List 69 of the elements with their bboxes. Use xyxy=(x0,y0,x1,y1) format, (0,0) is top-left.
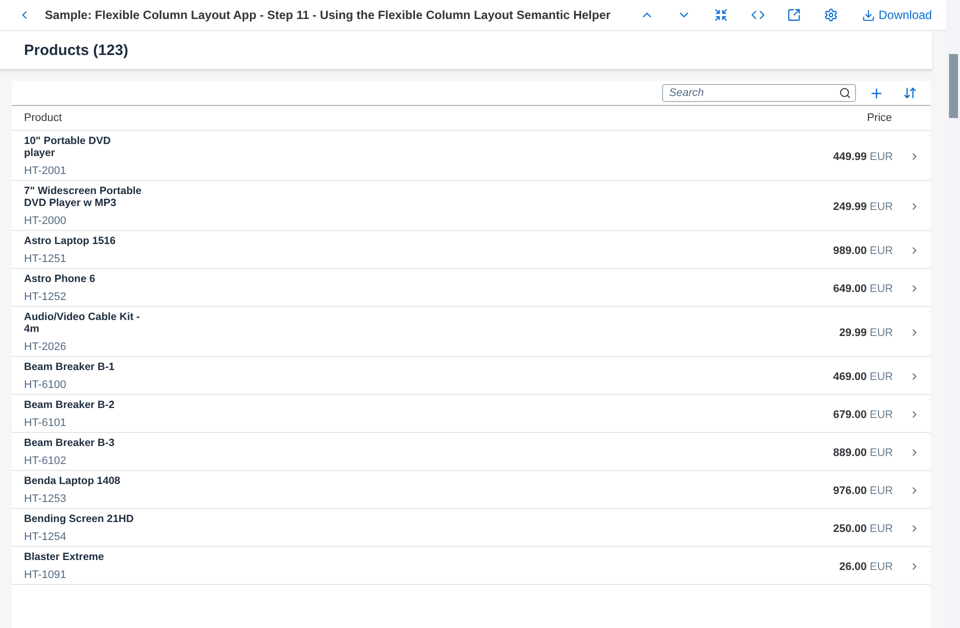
price-value: 249.99 xyxy=(833,200,867,212)
shrink-icon xyxy=(714,8,728,22)
product-id: HT-2026 xyxy=(24,340,68,354)
product-row[interactable]: Astro Phone 6 HT-1252 649.00 EUR xyxy=(12,269,930,307)
product-id: HT-1253 xyxy=(24,492,68,506)
price-value: 989.00 xyxy=(833,244,867,256)
price-value: 649.00 xyxy=(833,282,867,294)
product-row[interactable]: Astro Laptop 1516 HT-1251 989.00 EUR xyxy=(12,231,930,269)
product-row[interactable]: Beam Breaker B-1 HT-6100 469.00 EUR xyxy=(12,357,930,395)
currency: EUR xyxy=(870,484,893,496)
price-value: 679.00 xyxy=(833,408,867,420)
currency: EUR xyxy=(870,150,893,162)
price-value: 469.00 xyxy=(833,370,867,382)
product-id: HT-6102 xyxy=(24,454,68,468)
product-id: HT-1091 xyxy=(24,568,68,582)
currency: EUR xyxy=(870,370,893,382)
product-row[interactable]: Bending Screen 21HD HT-1254 250.00 EUR xyxy=(12,509,930,547)
price-value: 449.99 xyxy=(833,150,867,162)
product-name: Beam Breaker B-3 xyxy=(24,437,116,449)
product-id: HT-6100 xyxy=(24,378,68,392)
product-id: HT-1254 xyxy=(24,530,68,544)
price-value: 26.00 xyxy=(839,560,867,572)
plus-icon xyxy=(868,86,884,100)
product-row[interactable]: 7" Widescreen Portable DVD Player w MP3 HT-2000 249.99 EUR xyxy=(12,181,930,231)
product-id: HT-2000 xyxy=(24,214,68,228)
currency: EUR xyxy=(870,522,893,534)
product-row[interactable]: Beam Breaker B-3 HT-6102 889.00 EUR xyxy=(12,433,930,471)
window-title: Sample: Flexible Column Layout App - Step 11 - Using the Flexible Column Layout Semantic Helper xyxy=(44,8,611,22)
currency: EUR xyxy=(870,200,893,212)
product-name: 10" Portable DVD player xyxy=(24,135,112,159)
column-header: Product xyxy=(24,112,62,124)
product-name: Bending Screen 21HD xyxy=(24,513,135,525)
product-row[interactable]: Blaster Extreme HT-1091 26.00 EUR xyxy=(12,547,930,585)
product-id: HT-2001 xyxy=(24,164,68,178)
product-name: Beam Breaker B-1 xyxy=(24,361,116,373)
product-row[interactable]: Beam Breaker B-2 HT-6101 679.00 EUR xyxy=(12,395,930,433)
currency: EUR xyxy=(870,560,893,572)
currency: EUR xyxy=(870,282,893,294)
currency: EUR xyxy=(870,326,893,338)
product-row[interactable]: 10" Portable DVD player HT-2001 449.99 EUR xyxy=(12,131,930,181)
price-value: 29.99 xyxy=(839,326,867,338)
sort-icon xyxy=(903,86,917,100)
code-icon xyxy=(750,8,764,22)
currency: EUR xyxy=(870,408,893,420)
product-row[interactable]: Audio/Video Cable Kit - 4m HT-2026 29.99 EUR xyxy=(12,307,930,357)
external-link-icon xyxy=(787,8,802,22)
search-icon[interactable] xyxy=(839,87,851,99)
product-id: HT-1251 xyxy=(24,252,68,266)
product-name: Astro Laptop 1516 xyxy=(24,235,117,247)
currency: EUR xyxy=(870,244,893,256)
download-button[interactable]: Download xyxy=(862,8,932,22)
product-name: Astro Phone 6 xyxy=(24,273,96,285)
product-name: Blaster Extreme xyxy=(24,551,105,563)
price-value: 976.00 xyxy=(833,484,867,496)
column-header: Price xyxy=(866,112,892,124)
settings-icon xyxy=(824,8,838,22)
product-row[interactable]: Benda Laptop 1408 HT-1253 976.00 EUR xyxy=(12,471,930,509)
product-name: Benda Laptop 1408 xyxy=(24,475,122,487)
product-name: Beam Breaker B-2 xyxy=(24,399,116,411)
product-id: HT-6101 xyxy=(24,416,68,430)
product-id: HT-1252 xyxy=(24,290,68,304)
price-value: 250.00 xyxy=(833,522,867,534)
search-field[interactable]: Search xyxy=(662,84,856,102)
download-icon xyxy=(862,8,875,22)
product-name: Audio/Video Cable Kit - 4m xyxy=(24,311,141,335)
product-name: 7" Widescreen Portable DVD Player w MP3 xyxy=(24,185,142,209)
page-title: Products (123) xyxy=(24,42,128,58)
price-value: 889.00 xyxy=(833,446,867,458)
currency: EUR xyxy=(870,446,893,458)
